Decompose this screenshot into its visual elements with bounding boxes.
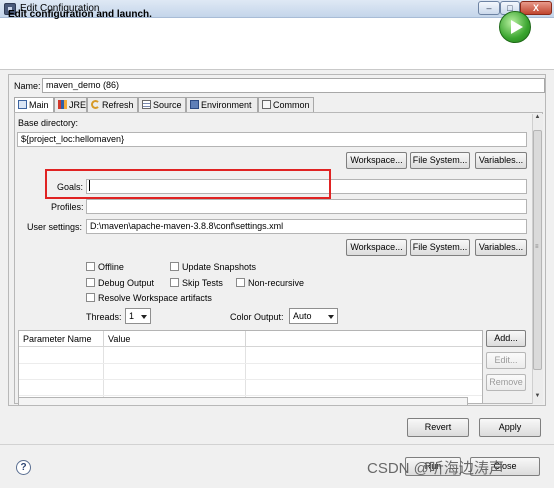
non-recursive-checkbox[interactable]: Non-recursive — [236, 278, 304, 288]
variables-button[interactable]: Variables... — [475, 152, 527, 169]
non-recursive-label: Non-recursive — [248, 278, 305, 288]
tab-jre-label: JRE — [69, 100, 87, 110]
checkbox-box — [86, 278, 95, 287]
checkbox-box — [86, 293, 95, 302]
tab-source-label: Source — [153, 100, 182, 110]
tab-main[interactable]: Main — [14, 97, 54, 113]
tab-environment-label: Environment — [201, 100, 252, 110]
table-row — [19, 379, 482, 380]
update-snapshots-label: Update Snapshots — [182, 262, 257, 272]
edit-parameter-button[interactable]: Edit... — [486, 352, 526, 369]
checkbox-box — [236, 278, 245, 287]
common-icon — [262, 100, 271, 109]
checkbox-box — [170, 262, 179, 271]
resolve-workspace-label: Resolve Workspace artifacts — [98, 293, 212, 303]
tab-jre[interactable]: JRE — [54, 97, 87, 112]
column-header-parameter-name[interactable]: Parameter Name — [23, 334, 92, 344]
offline-checkbox[interactable]: Offline — [86, 262, 124, 272]
chevron-down-icon — [141, 315, 147, 319]
color-output-value: Auto — [293, 311, 312, 321]
checkbox-box — [86, 262, 95, 271]
tab-environment[interactable]: Environment — [186, 97, 258, 112]
environment-icon — [190, 100, 199, 109]
file-system-button-2[interactable]: File System... — [410, 239, 470, 256]
header-banner — [0, 18, 554, 70]
help-icon[interactable]: ? — [16, 460, 31, 475]
tab-main-label: Main — [29, 100, 49, 110]
parameter-table[interactable]: Parameter Name Value — [18, 330, 483, 405]
threads-value: 1 — [129, 311, 135, 321]
user-settings-label: User settings: — [27, 222, 83, 232]
debug-output-label: Debug Output — [98, 278, 155, 288]
profiles-field[interactable] — [86, 199, 527, 214]
scroll-up-arrow-icon[interactable]: ▲ — [533, 114, 542, 124]
apply-button[interactable]: Apply — [479, 418, 541, 437]
run-icon — [499, 11, 531, 43]
watermark-text: CSDN @听海边涛声 — [367, 460, 504, 477]
offline-label: Offline — [98, 262, 124, 272]
source-icon — [142, 100, 151, 109]
skip-tests-checkbox[interactable]: Skip Tests — [170, 278, 223, 288]
scroll-down-arrow-icon[interactable]: ▼ — [533, 393, 542, 403]
table-header: Parameter Name Value — [19, 331, 482, 347]
base-directory-label: Base directory: — [18, 118, 79, 128]
variables-button-2[interactable]: Variables... — [475, 239, 527, 256]
jre-icon — [58, 100, 67, 109]
add-parameter-button[interactable]: Add... — [486, 330, 526, 347]
checkbox-box — [170, 278, 179, 287]
goals-highlight-box — [45, 169, 331, 199]
threads-label: Threads: — [86, 312, 122, 322]
name-field[interactable]: maven_demo (86) — [42, 78, 545, 93]
name-label: Name: — [14, 81, 41, 91]
tab-refresh-label: Refresh — [102, 100, 134, 110]
tab-common[interactable]: Common — [258, 97, 314, 112]
window-close-button[interactable]: X — [520, 1, 552, 15]
minimize-button[interactable]: – — [478, 1, 500, 15]
banner-title: Edit configuration and launch. — [8, 9, 152, 20]
column-divider — [245, 331, 246, 347]
resolve-workspace-checkbox[interactable]: Resolve Workspace artifacts — [86, 293, 212, 303]
profiles-label: Profiles: — [51, 202, 84, 212]
threads-select[interactable]: 1 — [125, 308, 151, 324]
remove-parameter-button[interactable]: Remove — [486, 374, 526, 391]
color-output-label: Color Output: — [230, 312, 284, 322]
refresh-icon — [91, 100, 100, 109]
debug-output-checkbox[interactable]: Debug Output — [86, 278, 154, 288]
workspace-button-2[interactable]: Workspace... — [346, 239, 407, 256]
table-row — [19, 363, 482, 364]
user-settings-field[interactable]: D:\maven\apache-maven-3.8.8\conf\setting… — [86, 219, 527, 234]
skip-tests-label: Skip Tests — [182, 278, 223, 288]
partially-visible-row — [18, 397, 468, 405]
column-divider — [103, 331, 104, 347]
chevron-down-icon — [328, 315, 334, 319]
file-system-button[interactable]: File System... — [410, 152, 470, 169]
column-header-value[interactable]: Value — [108, 334, 130, 344]
tab-source[interactable]: Source — [138, 97, 186, 112]
revert-button[interactable]: Revert — [407, 418, 469, 437]
scroll-grip-icon: ≡ — [535, 244, 539, 250]
color-output-select[interactable]: Auto — [289, 308, 338, 324]
footer-separator — [0, 444, 554, 445]
tab-common-label: Common — [273, 100, 310, 110]
workspace-button[interactable]: Workspace... — [346, 152, 407, 169]
table-row — [19, 395, 482, 396]
tab-refresh[interactable]: Refresh — [87, 97, 138, 112]
update-snapshots-checkbox[interactable]: Update Snapshots — [170, 262, 256, 272]
base-directory-field[interactable]: ${project_loc:hellomaven} — [17, 132, 527, 147]
main-tab-icon — [18, 100, 27, 109]
